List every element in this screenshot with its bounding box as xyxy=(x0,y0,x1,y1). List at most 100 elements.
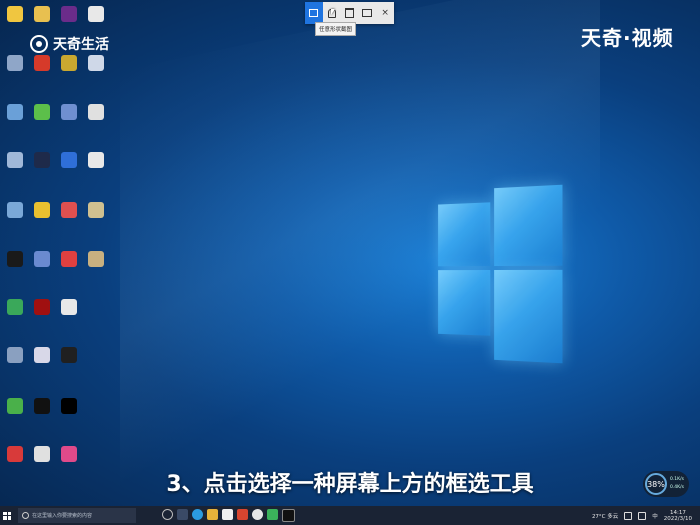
desktop-shortcut-icon[interactable] xyxy=(2,446,28,462)
desktop-shortcut-icon[interactable] xyxy=(83,152,109,168)
app-icon xyxy=(61,446,77,462)
desktop-shortcut-icon[interactable] xyxy=(56,446,82,462)
app-icon xyxy=(88,104,104,120)
desktop-shortcut-icon[interactable] xyxy=(2,202,28,218)
desktop-shortcut-icon[interactable] xyxy=(29,6,55,22)
app-icon xyxy=(34,202,50,218)
watermark-left: 天奇生活 xyxy=(30,34,109,54)
app-icon xyxy=(88,55,104,71)
app-icon xyxy=(88,251,104,267)
desktop-shortcut-icon[interactable] xyxy=(2,104,28,120)
desktop-shortcut-icon[interactable] xyxy=(83,104,109,120)
app-icon xyxy=(61,299,77,315)
snip-toolbar: × xyxy=(305,2,394,24)
app-icon xyxy=(34,299,50,315)
app-icon xyxy=(61,202,77,218)
volume-icon[interactable] xyxy=(638,511,647,520)
search-icon xyxy=(22,512,29,519)
windows-start-icon xyxy=(3,511,11,520)
network-meter-widget[interactable]: 38% 0.1K/s 0.4K/s xyxy=(643,471,689,497)
app-icon xyxy=(88,6,104,22)
desktop-shortcut-icon[interactable] xyxy=(2,398,28,414)
wps-icon[interactable] xyxy=(237,509,248,520)
desktop-shortcut-icon[interactable] xyxy=(56,55,82,71)
desktop-shortcut-icon[interactable] xyxy=(56,104,82,120)
wechat-icon[interactable] xyxy=(267,509,278,520)
app-icon xyxy=(7,152,23,168)
app-icon xyxy=(7,104,23,120)
desktop-shortcut-icon[interactable] xyxy=(56,347,82,363)
desktop-shortcut-icon[interactable] xyxy=(2,55,28,71)
meter-value: 38% xyxy=(645,473,667,495)
desktop-shortcut-icon[interactable] xyxy=(29,251,55,267)
network-icon[interactable] xyxy=(624,511,633,520)
desktop-shortcut-icon[interactable] xyxy=(29,55,55,71)
task-view-icon[interactable] xyxy=(177,509,188,520)
app-icon xyxy=(34,398,50,414)
app-icon xyxy=(61,347,77,363)
app-icon xyxy=(61,6,77,22)
weather-text[interactable]: 27°C 多云 xyxy=(592,512,618,520)
app-icon xyxy=(34,251,50,267)
app-icon xyxy=(34,6,50,22)
edge-icon[interactable] xyxy=(192,509,203,520)
app-icon xyxy=(34,55,50,71)
app-icon xyxy=(88,202,104,218)
app-icon xyxy=(7,251,23,267)
desktop-shortcut-icon[interactable] xyxy=(56,6,82,22)
mouse-cursor-icon xyxy=(331,9,335,15)
desktop-shortcut-icon[interactable] xyxy=(56,251,82,267)
app-icon xyxy=(7,55,23,71)
desktop-shortcut-icon[interactable] xyxy=(56,152,82,168)
desktop-shortcut-icon[interactable] xyxy=(2,251,28,267)
clock[interactable]: 14:17 2022/3/10 xyxy=(664,510,692,522)
app-icon xyxy=(7,398,23,414)
window-icon xyxy=(344,8,354,18)
desktop-shortcut-icon[interactable] xyxy=(29,202,55,218)
desktop-shortcut-icon[interactable] xyxy=(29,299,55,315)
cortana-icon[interactable] xyxy=(162,509,173,520)
store-icon[interactable] xyxy=(222,509,233,520)
system-tray: 27°C 多云 中 14:17 2022/3/10 xyxy=(592,510,700,522)
desktop-shortcut-icon[interactable] xyxy=(29,347,55,363)
desktop-shortcut-icon[interactable] xyxy=(2,152,28,168)
app-icon xyxy=(7,347,23,363)
chrome-icon[interactable] xyxy=(252,509,263,520)
desktop-shortcut-icon[interactable] xyxy=(83,6,109,22)
desktop-shortcut-icon[interactable] xyxy=(2,6,28,22)
desktop-shortcut-icon[interactable] xyxy=(83,202,109,218)
desktop-shortcut-icon[interactable] xyxy=(83,55,109,71)
app-icon xyxy=(7,299,23,315)
app-icon xyxy=(88,152,104,168)
input-language[interactable]: 中 xyxy=(652,512,658,520)
capcut-icon[interactable] xyxy=(282,509,295,522)
start-button[interactable] xyxy=(0,506,14,525)
window-snip-button[interactable] xyxy=(341,2,359,24)
file-explorer-icon[interactable] xyxy=(207,509,218,520)
rectangle-snip-button[interactable] xyxy=(305,2,323,24)
snip-tooltip: 任意形状截图 xyxy=(315,22,357,36)
fullscreen-snip-button[interactable] xyxy=(358,2,376,24)
desktop-shortcut-icon[interactable] xyxy=(56,202,82,218)
desktop-shortcut-icon[interactable] xyxy=(29,398,55,414)
close-snip-button[interactable]: × xyxy=(376,2,394,24)
rectangle-icon xyxy=(309,9,319,17)
desktop-shortcut-icon[interactable] xyxy=(2,347,28,363)
tianqi-logo-icon xyxy=(30,35,48,53)
desktop-shortcut-icon[interactable] xyxy=(56,398,82,414)
app-icon xyxy=(61,104,77,120)
desktop-shortcut-icon[interactable] xyxy=(29,152,55,168)
desktop-shortcut-icon[interactable] xyxy=(29,446,55,462)
windows-logo-wallpaper xyxy=(438,184,563,364)
app-icon xyxy=(61,251,77,267)
desktop-shortcut-icon[interactable] xyxy=(2,299,28,315)
taskbar-search-box[interactable]: 在这里输入你要搜索的内容 xyxy=(18,508,136,523)
taskbar: 在这里输入你要搜索的内容 27°C 多云 中 14:17 2022/3/10 xyxy=(0,506,700,525)
app-icon xyxy=(61,55,77,71)
upload-rate: 0.1K/s xyxy=(670,477,684,482)
download-rate: 0.4K/s xyxy=(670,485,684,490)
subtitle-caption: 3、点击选择一种屏幕上方的框选工具 xyxy=(166,472,534,497)
desktop-shortcut-icon[interactable] xyxy=(56,299,82,315)
desktop-shortcut-icon[interactable] xyxy=(83,251,109,267)
desktop-shortcut-icon[interactable] xyxy=(29,104,55,120)
